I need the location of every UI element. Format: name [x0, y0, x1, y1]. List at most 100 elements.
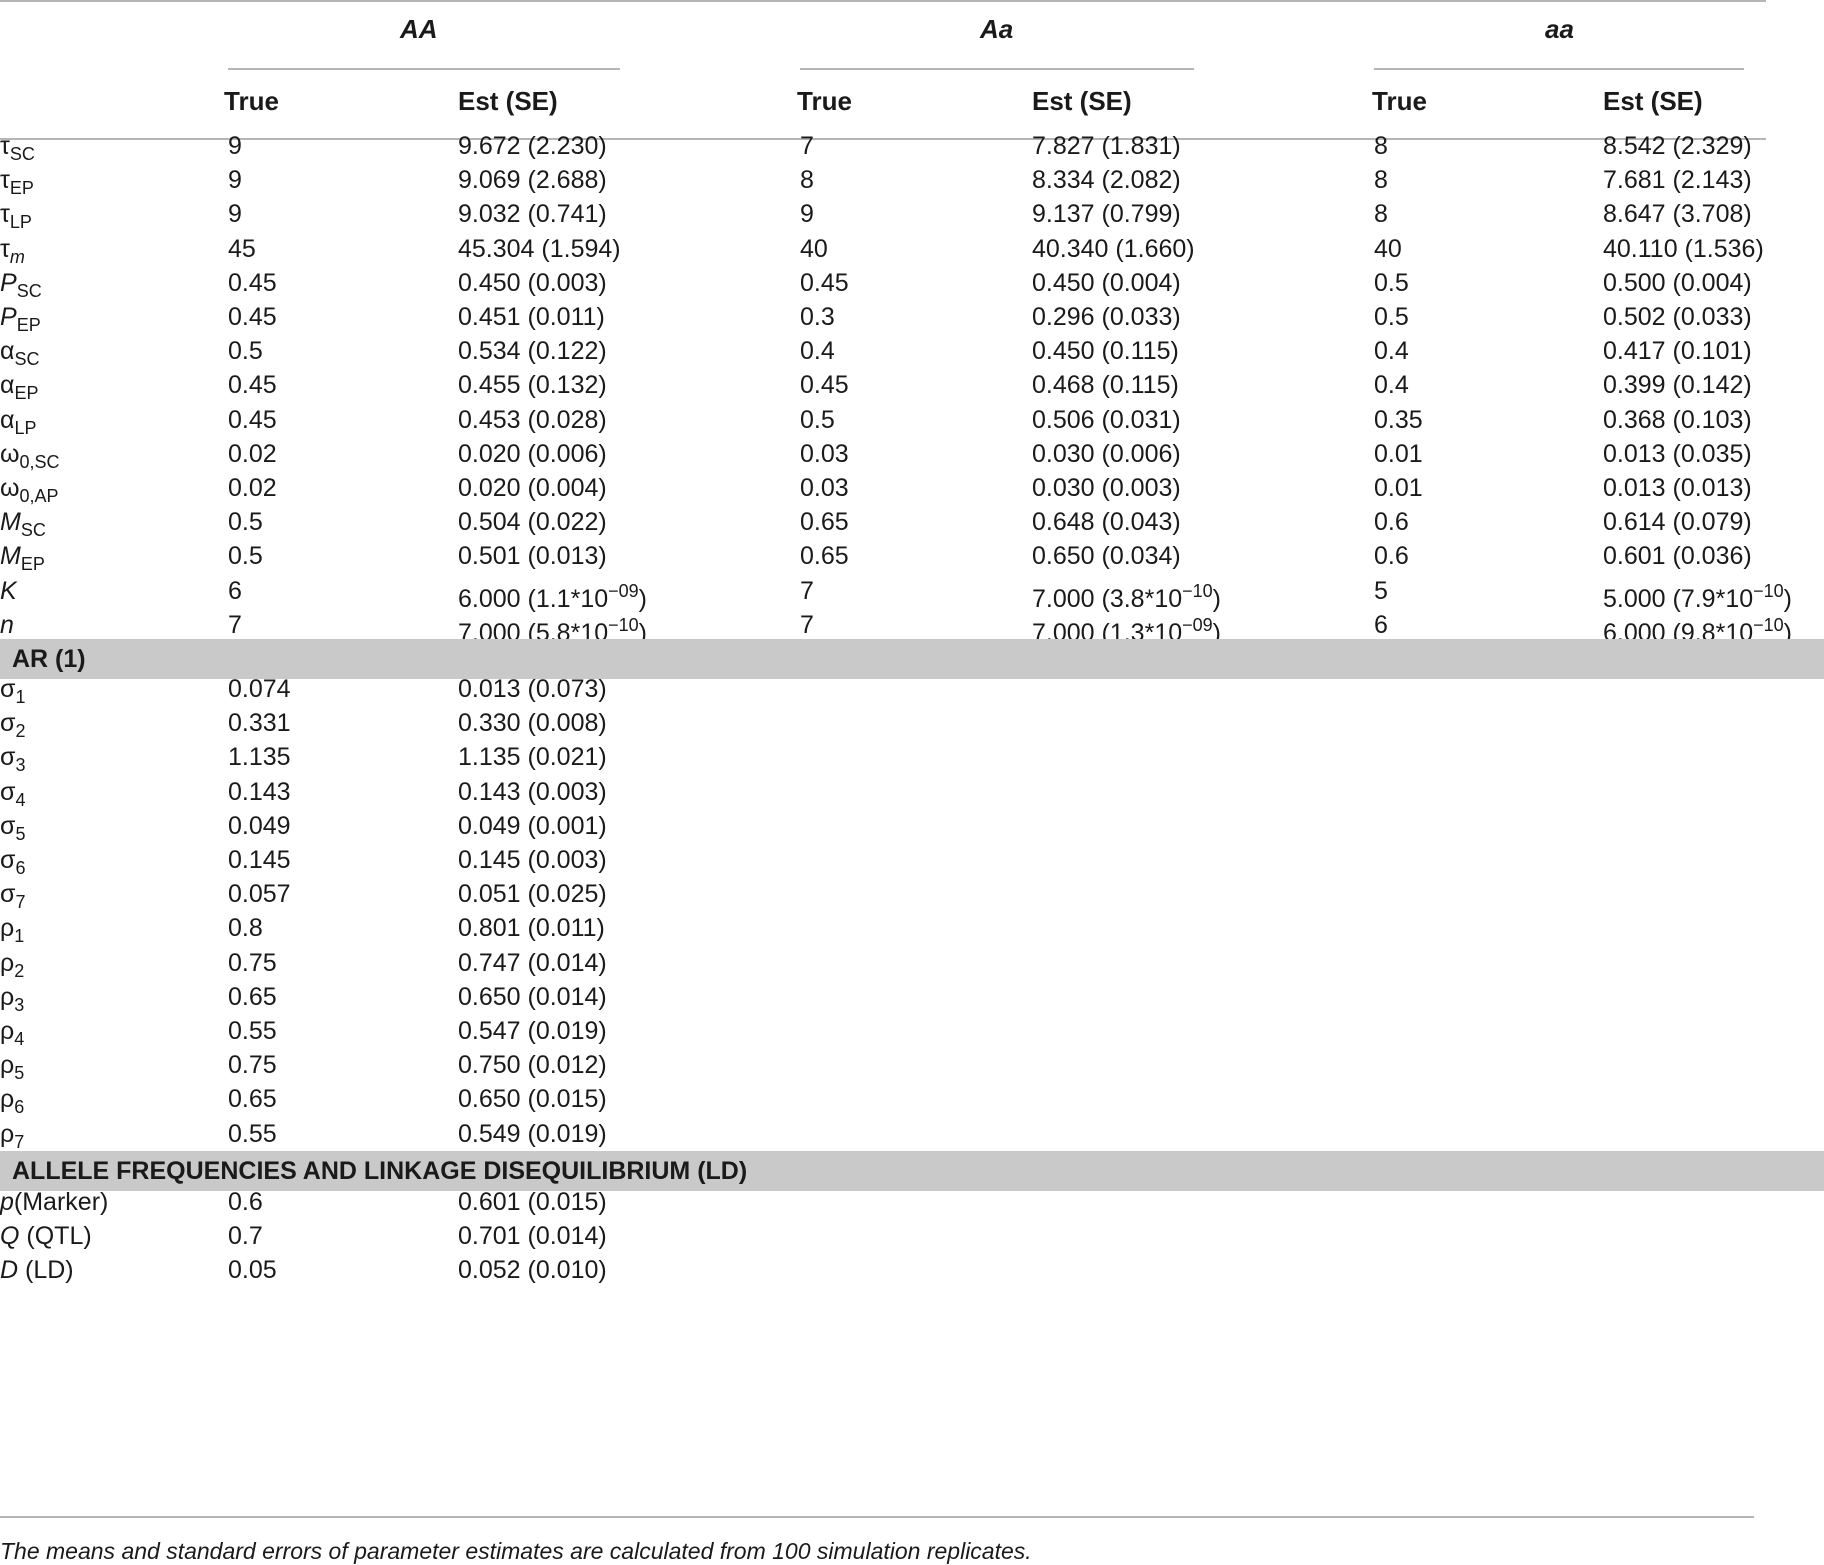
table-row: D (LD) 0.05 0.052 (0.010): [0, 1250, 1824, 1290]
true-value-cell: 7: [800, 577, 814, 605]
true-value-cell: 0.65: [228, 983, 277, 1011]
true-value-cell: 7: [800, 132, 814, 160]
estimate-cell: 45.304 (1.594): [458, 235, 621, 263]
true-value-cell: 0.55: [228, 1017, 277, 1045]
true-value-cell: 9: [800, 200, 814, 228]
subheader-est-aa: Est (SE): [1603, 86, 1703, 116]
group-header-AA: AA: [400, 14, 438, 44]
true-value-cell: 0.02: [228, 440, 277, 468]
table-row: σ3 1.135 1.135 (0.021): [0, 737, 1824, 777]
estimate-cell: 0.052 (0.010): [458, 1256, 607, 1284]
true-value-cell: 0.65: [228, 1085, 277, 1113]
group-rule-AA: [228, 68, 620, 70]
true-value-cell: 0.6: [228, 1188, 263, 1216]
table-row: τLP 9 9.032 (0.741) 9 9.137 (0.799) 8 8.647 (3…: [0, 194, 1824, 234]
estimate-cell: 1.135 (0.021): [458, 743, 607, 771]
true-value-cell: 5: [1374, 577, 1388, 605]
estimate-cell: 0.455 (0.132): [458, 371, 607, 399]
parameter-table: AA Aa aa True Est (SE) True Est (SE) Tru…: [0, 0, 1824, 1564]
table-row: ρ7 0.55 0.549 (0.019): [0, 1114, 1824, 1154]
estimate-cell: 0.417 (0.101): [1603, 337, 1752, 365]
table-row: αEP 0.45 0.455 (0.132) 0.45 0.468 (0.115) 0.4…: [0, 365, 1824, 405]
true-value-cell: 0.45: [800, 269, 849, 297]
true-value-cell: 0.074: [228, 675, 291, 703]
group-header-aa: aa: [1545, 14, 1574, 44]
estimate-cell: 0.296 (0.033): [1032, 303, 1181, 331]
estimate-cell: 0.650 (0.034): [1032, 542, 1181, 570]
true-value-cell: 40: [800, 235, 828, 263]
estimate-cell: 0.468 (0.115): [1032, 371, 1179, 399]
parameter-symbol: p(Marker): [0, 1188, 109, 1216]
true-value-cell: 0.057: [228, 880, 291, 908]
true-value-cell: 45: [228, 235, 256, 263]
true-value-cell: 0.5: [228, 508, 263, 536]
true-value-cell: 0.55: [228, 1120, 277, 1148]
estimate-cell: 0.650 (0.015): [458, 1085, 607, 1113]
true-value-cell: 0.4: [800, 337, 835, 365]
true-value-cell: 0.6: [1374, 542, 1409, 570]
table-footnote: The means and standard errors of paramet…: [0, 1538, 1032, 1564]
bottom-rule: [0, 1516, 1754, 1518]
top-rule: [0, 0, 1766, 2]
true-value-cell: 0.02: [228, 474, 277, 502]
table-row: ρ1 0.8 0.801 (0.011): [0, 908, 1824, 948]
estimate-cell: 0.701 (0.014): [458, 1222, 607, 1250]
true-value-cell: 6: [228, 577, 242, 605]
true-value-cell: 0.4: [1374, 371, 1409, 399]
estimate-cell: 0.013 (0.035): [1603, 440, 1752, 468]
estimate-cell: 0.450 (0.115): [1032, 337, 1179, 365]
estimate-cell: 0.030 (0.006): [1032, 440, 1181, 468]
estimate-cell: 0.500 (0.004): [1603, 269, 1752, 297]
true-value-cell: 8: [1374, 132, 1388, 160]
estimate-cell: 9.137 (0.799): [1032, 200, 1181, 228]
estimate-cell: 7.681 (2.143): [1603, 166, 1752, 194]
true-value-cell: 1.135: [228, 743, 291, 771]
true-value-cell: 0.3: [800, 303, 835, 331]
estimate-cell: 0.648 (0.043): [1032, 508, 1181, 536]
estimate-cell: 0.747 (0.014): [458, 949, 607, 977]
estimate-cell: 8.542 (2.329): [1603, 132, 1752, 160]
estimate-cell: 7.827 (1.831): [1032, 132, 1181, 160]
true-value-cell: 9: [228, 132, 242, 160]
estimate-cell: 0.750 (0.012): [458, 1051, 607, 1079]
estimate-cell: 0.450 (0.003): [458, 269, 607, 297]
true-value-cell: 0.45: [228, 371, 277, 399]
estimate-cell: 0.143 (0.003): [458, 778, 607, 806]
estimate-cell: 0.549 (0.019): [458, 1120, 607, 1148]
estimate-cell: 0.502 (0.033): [1603, 303, 1752, 331]
true-value-cell: 0.45: [228, 406, 277, 434]
estimate-cell: 0.013 (0.013): [1603, 474, 1752, 502]
subheader-true-Aa: True: [797, 86, 852, 116]
true-value-cell: 8: [1374, 166, 1388, 194]
group-header-Aa: Aa: [980, 14, 1014, 44]
true-value-cell: 0.143: [228, 778, 291, 806]
true-value-cell: 9: [228, 166, 242, 194]
estimate-cell: 0.534 (0.122): [458, 337, 607, 365]
true-value-cell: 7: [228, 611, 242, 639]
estimate-cell: 0.801 (0.011): [458, 914, 605, 942]
true-value-cell: 8: [800, 166, 814, 194]
estimate-cell: 0.051 (0.025): [458, 880, 607, 908]
true-value-cell: 0.03: [800, 474, 849, 502]
subheader-true-aa: True: [1372, 86, 1427, 116]
estimate-cell: 0.450 (0.004): [1032, 269, 1181, 297]
true-value-cell: 7: [800, 611, 814, 639]
estimate-cell: 0.451 (0.011): [458, 303, 605, 331]
estimate-cell: 0.368 (0.103): [1603, 406, 1752, 434]
true-value-cell: 0.5: [228, 337, 263, 365]
true-value-cell: 0.5: [800, 406, 835, 434]
estimate-cell: 8.647 (3.708): [1603, 200, 1752, 228]
estimate-cell: 0.501 (0.013): [458, 542, 607, 570]
true-value-cell: 0.5: [1374, 269, 1409, 297]
true-value-cell: 0.01: [1374, 474, 1423, 502]
group-rule-Aa: [800, 68, 1194, 70]
estimate-cell: 0.601 (0.036): [1603, 542, 1752, 570]
estimate-cell: 0.049 (0.001): [458, 812, 607, 840]
true-value-cell: 0.5: [1374, 303, 1409, 331]
estimate-cell: 0.030 (0.003): [1032, 474, 1181, 502]
estimate-cell: 0.145 (0.003): [458, 846, 607, 874]
true-value-cell: 0.7: [228, 1222, 263, 1250]
true-value-cell: 0.03: [800, 440, 849, 468]
estimate-cell: 0.013 (0.073): [458, 675, 607, 703]
true-value-cell: 0.6: [1374, 508, 1409, 536]
